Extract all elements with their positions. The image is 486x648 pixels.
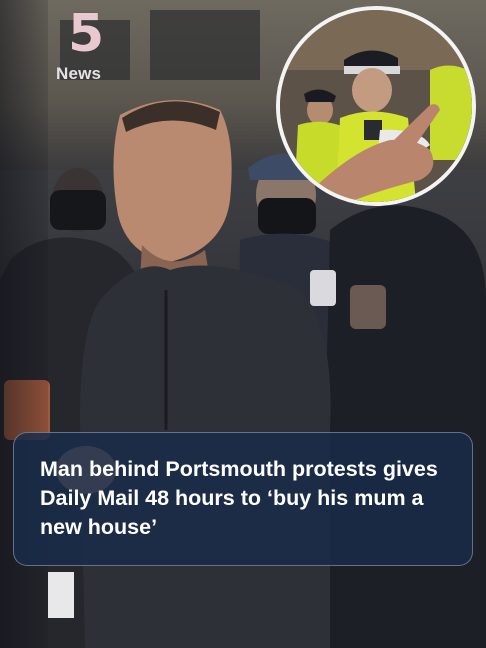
headline-text: Man behind Portsmouth protests gives Dai… [40, 457, 438, 539]
video-frame: 5 News Man behind Portsmouth protests gi… [0, 0, 486, 648]
crowd-person-body [320, 205, 486, 648]
jacket-patch [350, 285, 386, 329]
badge [310, 270, 336, 306]
inset-radio [364, 120, 382, 140]
face-mask [50, 190, 106, 230]
face-mask [258, 198, 316, 234]
channel-5-news-logo: 5 News [56, 8, 120, 84]
logo-word: News [56, 64, 102, 83]
inset-officer-head [352, 68, 392, 112]
inset-scene [280, 10, 472, 202]
white-sleeve [48, 572, 74, 618]
circular-inset-photo [276, 6, 476, 206]
headline-caption-box: Man behind Portsmouth protests gives Dai… [13, 432, 473, 566]
logo-number: 5 [68, 4, 105, 64]
